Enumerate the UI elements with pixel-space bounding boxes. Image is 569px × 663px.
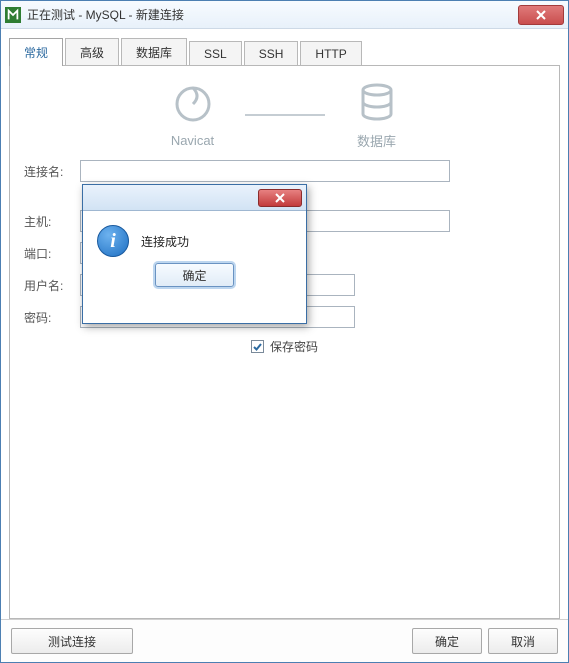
port-label: 端口: bbox=[24, 245, 80, 262]
tab-http[interactable]: HTTP bbox=[300, 41, 361, 66]
tab-general[interactable]: 常规 bbox=[9, 38, 63, 66]
test-connection-button[interactable]: 测试连接 bbox=[11, 628, 133, 654]
tab-database[interactable]: 数据库 bbox=[121, 38, 187, 66]
tabstrip: 常规 高级 数据库 SSL SSH HTTP bbox=[1, 29, 568, 65]
info-icon: i bbox=[97, 225, 129, 257]
message-ok-button[interactable]: 确定 bbox=[155, 263, 233, 287]
message-dialog-close-button[interactable] bbox=[258, 189, 302, 207]
connection-name-label: 连接名: bbox=[24, 163, 80, 180]
host-label: 主机: bbox=[24, 213, 80, 230]
diagram-right-label: 数据库 bbox=[357, 131, 396, 150]
connection-diagram: Navicat 数据库 bbox=[24, 80, 545, 150]
tab-advanced[interactable]: 高级 bbox=[65, 38, 119, 66]
tab-panel-general: Navicat 数据库 连接名: 主机: bbox=[9, 65, 560, 619]
message-text: 连接成功 bbox=[141, 233, 189, 250]
dialog-footer: 测试连接 确定 取消 bbox=[1, 619, 568, 662]
cancel-button[interactable]: 取消 bbox=[488, 628, 558, 654]
titlebar: 正在测试 - MySQL - 新建连接 bbox=[1, 1, 568, 29]
save-password-label: 保存密码 bbox=[270, 338, 318, 355]
username-label: 用户名: bbox=[24, 277, 80, 294]
navicat-logo-icon bbox=[171, 82, 215, 129]
tab-ssl[interactable]: SSL bbox=[189, 41, 242, 66]
diagram-connector bbox=[245, 114, 325, 116]
connection-name-input[interactable] bbox=[80, 160, 450, 182]
diagram-left-label: Navicat bbox=[171, 133, 214, 148]
window-close-button[interactable] bbox=[518, 5, 564, 25]
password-label: 密码: bbox=[24, 309, 80, 326]
window-title: 正在测试 - MySQL - 新建连接 bbox=[27, 6, 516, 23]
message-dialog: i 连接成功 确定 bbox=[82, 184, 307, 324]
message-dialog-titlebar bbox=[83, 185, 306, 211]
main-window: 正在测试 - MySQL - 新建连接 常规 高级 数据库 SSL SSH HT… bbox=[0, 0, 569, 663]
tab-ssh[interactable]: SSH bbox=[244, 41, 299, 66]
app-icon bbox=[5, 7, 21, 23]
database-icon bbox=[355, 80, 399, 127]
save-password-checkbox[interactable] bbox=[251, 340, 264, 353]
save-password-row: 保存密码 bbox=[24, 338, 545, 355]
ok-button[interactable]: 确定 bbox=[412, 628, 482, 654]
